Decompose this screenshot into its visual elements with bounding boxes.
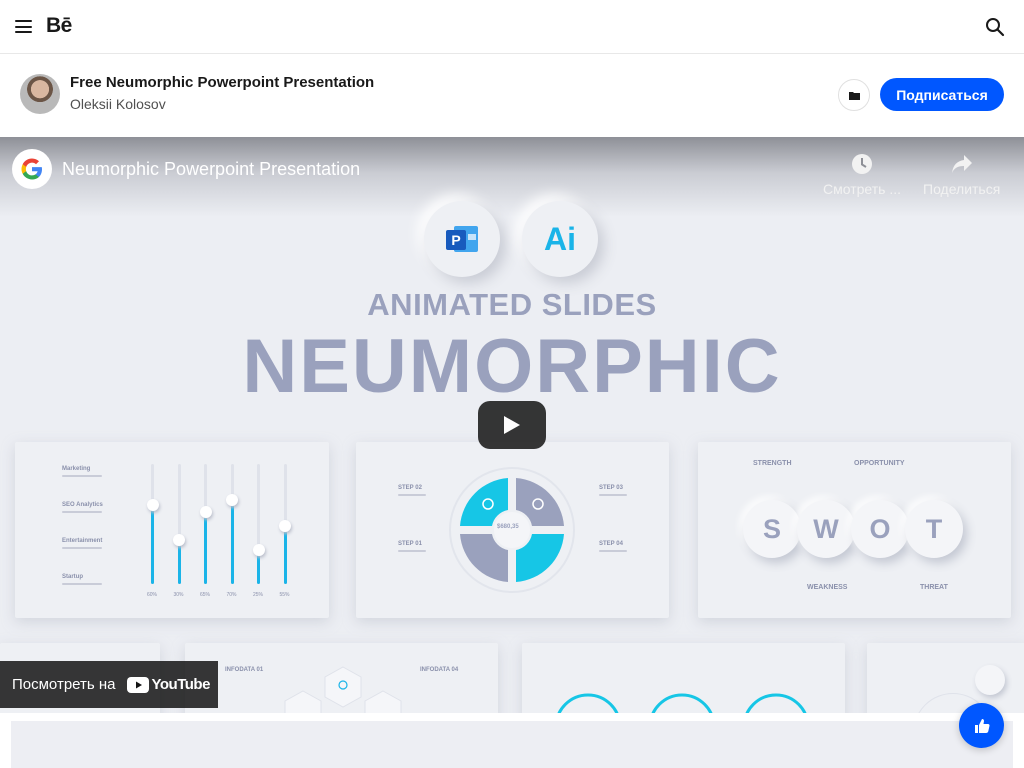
swot-o: O: [851, 500, 909, 558]
donut-center-value: $680,35: [497, 524, 519, 530]
infodata-label: INFODATA 04: [420, 667, 459, 673]
slider-row-label: Startup: [62, 574, 83, 580]
slider-knob: [226, 494, 238, 506]
behance-logo[interactable]: Bē: [46, 14, 72, 38]
slider-row-label: Entertainment: [62, 538, 103, 544]
slider-knob: [199, 506, 212, 518]
author-name[interactable]: Oleksii Kolosov: [70, 96, 166, 112]
step-donut: [449, 467, 575, 593]
svg-text:P: P: [451, 232, 460, 248]
play-button[interactable]: [478, 401, 546, 449]
slider-percent: 25%: [253, 592, 264, 598]
top-navbar: Bē: [0, 0, 1024, 54]
play-icon: [504, 416, 520, 434]
appreciate-button[interactable]: [959, 703, 1004, 748]
slide-rings: [522, 643, 845, 713]
watch-later-button[interactable]: Смотреть ...: [823, 151, 901, 197]
video-player[interactable]: Neumorphic Powerpoint Presentation Смотр…: [0, 137, 1024, 713]
project-header: Free Neumorphic Powerpoint Presentation …: [0, 55, 1024, 137]
clock-icon: [852, 154, 872, 174]
headline-big: NEUMORPHIC: [242, 324, 782, 409]
slide-sliders: Marketing SEO Analytics Entertainment St…: [15, 442, 329, 618]
google-g-icon: [21, 158, 42, 180]
search-icon[interactable]: [984, 16, 1006, 38]
author-avatar[interactable]: [20, 74, 60, 114]
slide-swot: STRENGTH OPPORTUNITY S W O T WEAKNESS TH…: [698, 442, 1011, 618]
slider-knob: [146, 498, 159, 511]
swot-label: OPPORTUNITY: [854, 460, 905, 467]
illustrator-icon: Ai: [522, 201, 598, 277]
swot-label: STRENGTH: [753, 460, 792, 467]
slider-row-label: SEO Analytics: [62, 502, 103, 508]
youtube-logo: YouTube: [127, 676, 210, 693]
slide-partial-right: [867, 643, 1024, 713]
thumbs-up-icon: [974, 718, 990, 733]
slider-knob: [252, 544, 265, 557]
ai-label: Ai: [544, 220, 576, 257]
slider-knob: [279, 520, 291, 533]
watch-on-label: Посмотреть на: [12, 676, 116, 693]
slider-percent: 70%: [226, 592, 237, 598]
video-title[interactable]: Neumorphic Powerpoint Presentation: [62, 159, 360, 180]
watch-on-youtube-button[interactable]: Посмотреть на YouTube: [0, 661, 218, 708]
powerpoint-icon: P: [424, 201, 500, 277]
slider-fill: [204, 512, 207, 584]
swot-w: W: [797, 500, 855, 558]
headline-small: ANIMATED SLIDES: [367, 287, 657, 322]
follow-button[interactable]: Подписаться: [880, 78, 1004, 111]
slide-circle-steps: STEP 02 STEP 03 STEP 01 STEP 04 $680,35: [356, 442, 669, 618]
watch-later-label: Смотреть ...: [823, 181, 901, 197]
step-label: STEP 01: [398, 541, 422, 547]
slider-percent: 55%: [279, 592, 290, 598]
slider-fill: [151, 504, 154, 584]
swot-s: S: [743, 500, 801, 558]
infodata-label: INFODATA 01: [225, 667, 264, 673]
menu-icon[interactable]: [15, 20, 32, 33]
channel-logo[interactable]: [12, 149, 52, 189]
swot-t: T: [905, 500, 963, 558]
bottom-strip: [0, 713, 1024, 768]
slider-percent: 65%: [200, 592, 211, 598]
hexagon-cluster: [284, 666, 402, 713]
share-label: Поделиться: [923, 181, 1001, 197]
step-label: STEP 02: [398, 485, 422, 491]
share-arrow-icon: [951, 155, 972, 173]
step-label: STEP 04: [599, 541, 623, 547]
next-content-card: [11, 721, 1013, 768]
slider-percent: 30%: [173, 592, 184, 598]
slider-knob: [173, 533, 185, 546]
slider-fill: [283, 526, 287, 584]
slider-fill: [230, 500, 234, 584]
swot-label: THREAT: [920, 584, 948, 591]
swot-label: WEAKNESS: [807, 584, 848, 591]
project-title: Free Neumorphic Powerpoint Presentation: [70, 74, 375, 91]
slider-row-label: Marketing: [62, 466, 91, 472]
share-button[interactable]: Поделиться: [923, 151, 1000, 197]
step-label: STEP 03: [599, 485, 623, 491]
save-to-collection-button[interactable]: [838, 79, 870, 111]
slider-percent: 60%: [147, 592, 158, 598]
folder-icon: [848, 91, 860, 100]
slider-fill: [177, 539, 181, 584]
youtube-label: YouTube: [151, 676, 210, 693]
slide-infodata: INFODATA 01 INFODATA 04: [185, 643, 498, 713]
